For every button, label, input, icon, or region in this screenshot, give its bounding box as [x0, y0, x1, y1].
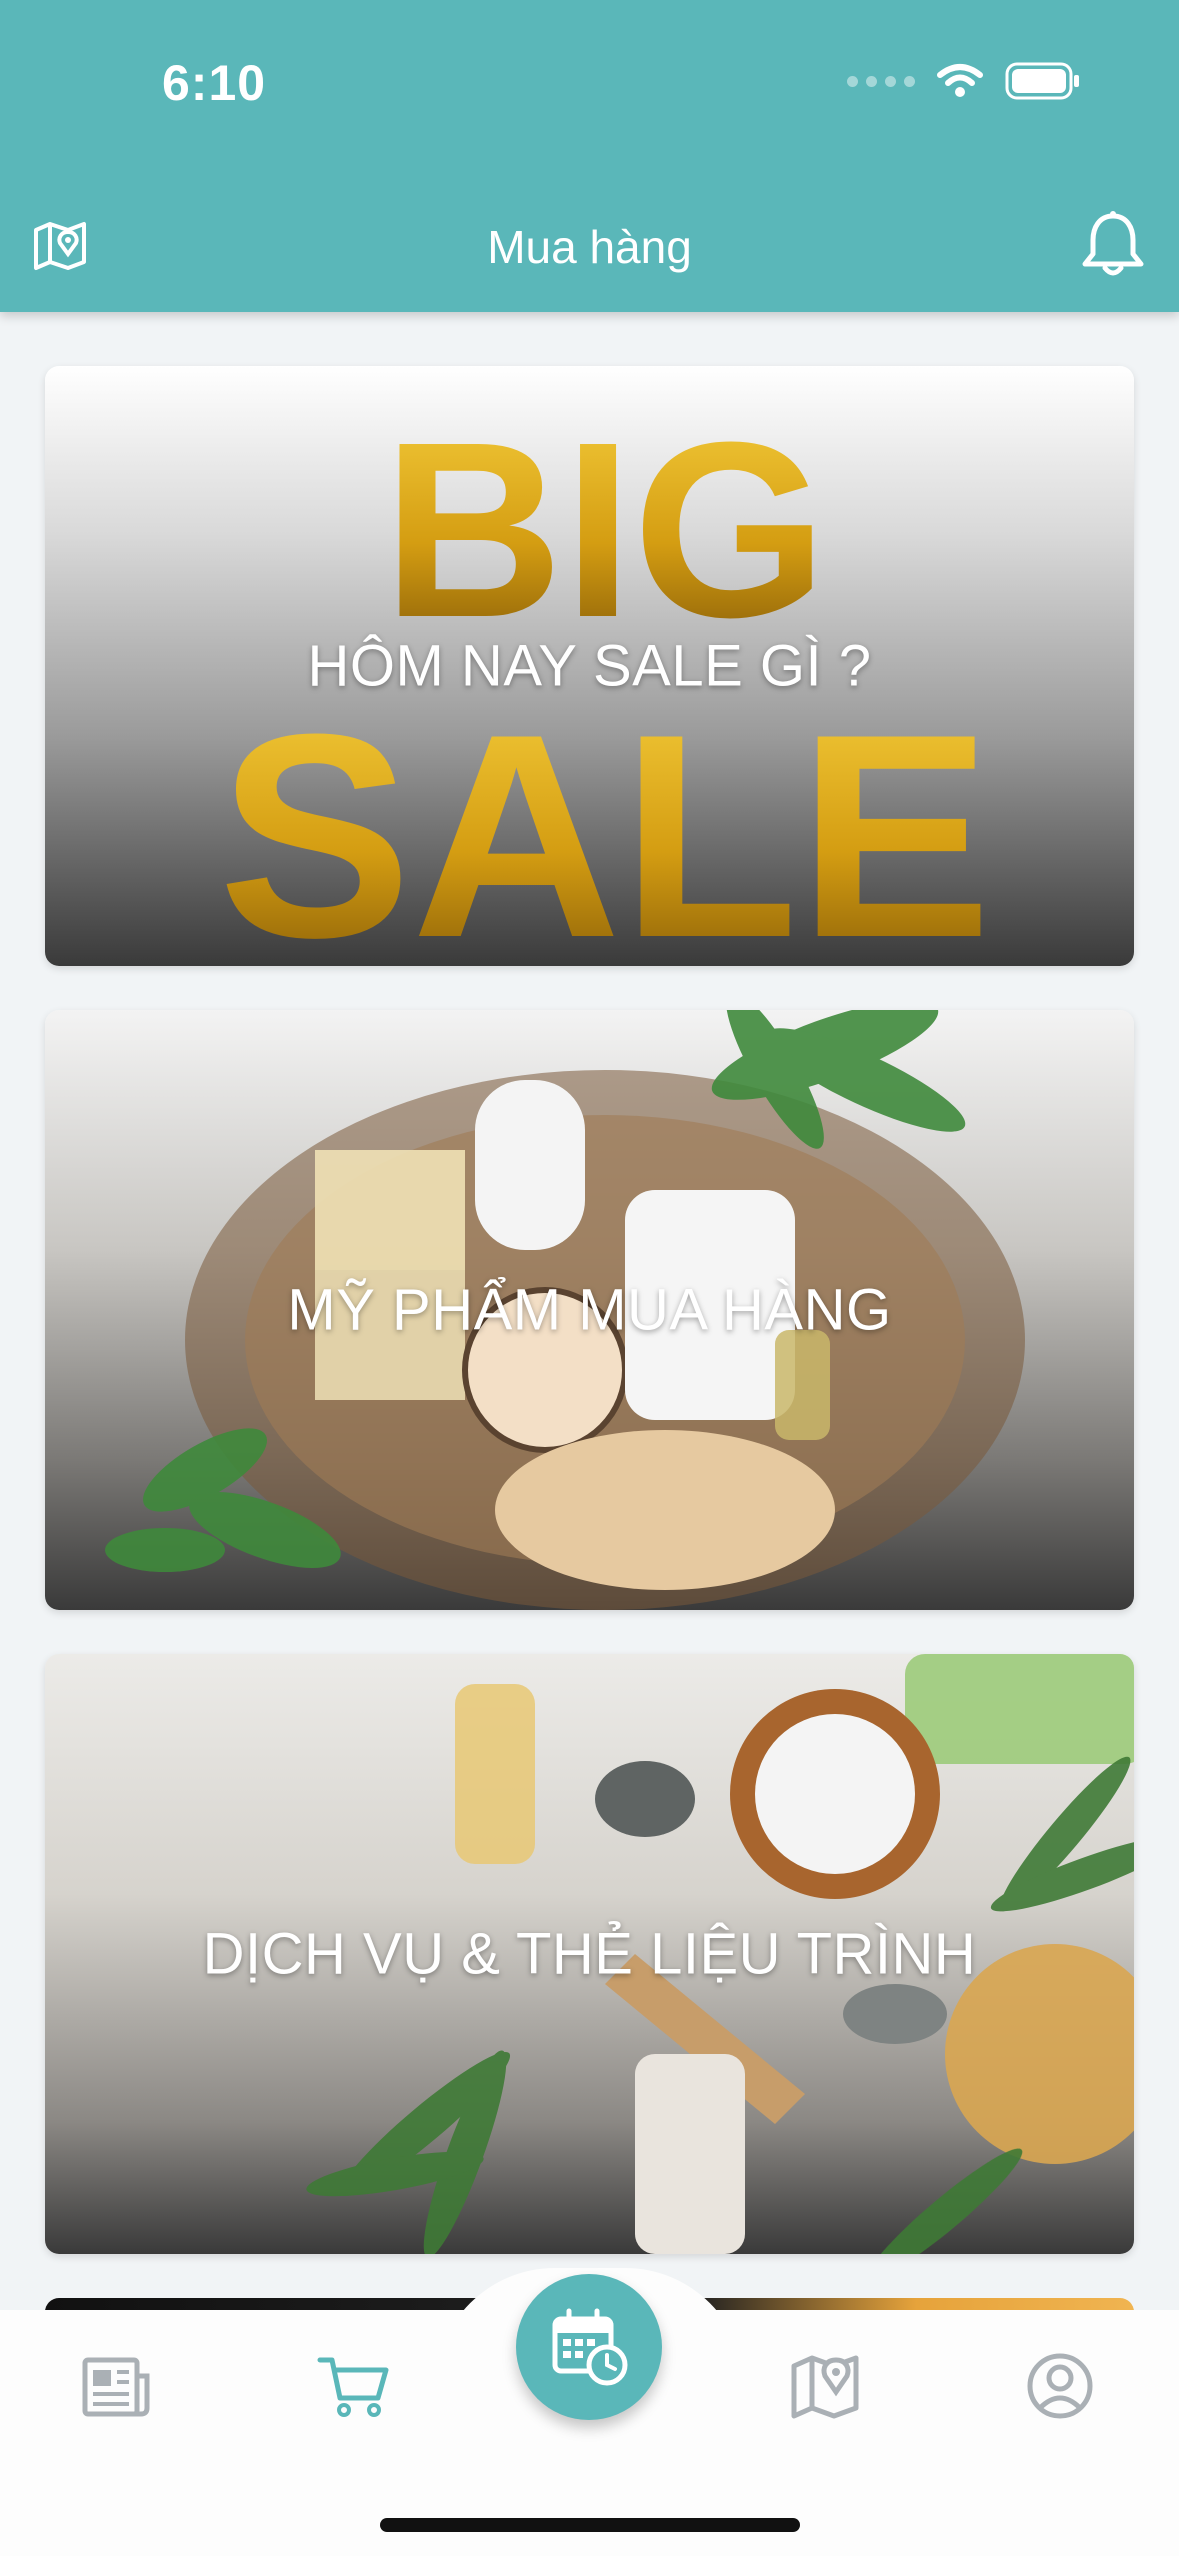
tab-map[interactable] — [786, 2346, 866, 2426]
banner-sale-label: HÔM NAY SALE GÌ ? — [307, 633, 872, 699]
banner-services-label: DỊCH VỤ & THẺ LIỆU TRÌNH — [202, 1921, 977, 1987]
banner-sale[interactable]: BIG SALE HÔM NAY SALE GÌ ? — [45, 366, 1134, 966]
svg-text:SALE: SALE — [218, 674, 991, 966]
category-list: BIG SALE HÔM NAY SALE GÌ ? MỸ PHẨM MUA H… — [45, 366, 1134, 2498]
bell-icon — [1082, 211, 1144, 276]
map-pin-icon — [791, 2355, 859, 2419]
calendar-clock-icon — [552, 2308, 628, 2386]
cart-icon — [317, 2357, 389, 2417]
newspaper-icon — [82, 2357, 150, 2417]
booking-button[interactable] — [516, 2274, 662, 2420]
home-indicator — [380, 2518, 800, 2532]
svg-text:BIG: BIG — [383, 390, 827, 669]
wifi-icon — [937, 64, 983, 97]
banner-services[interactable]: DỊCH VỤ & THẺ LIỆU TRÌNH — [45, 1654, 1134, 2254]
status-icons — [847, 62, 1081, 100]
signal-icon — [847, 75, 915, 87]
status-time: 6:10 — [162, 55, 267, 111]
profile-icon — [1027, 2353, 1093, 2419]
tab-news[interactable] — [77, 2346, 157, 2426]
page-title: Mua hàng — [487, 221, 692, 273]
notification-button[interactable] — [1079, 208, 1147, 280]
tab-profile[interactable] — [1020, 2346, 1100, 2426]
tab-cart[interactable] — [314, 2346, 394, 2426]
banner-cosmetics[interactable]: MỸ PHẨM MUA HÀNG — [45, 1010, 1134, 1610]
banner-cosmetics-label: MỸ PHẨM MUA HÀNG — [287, 1277, 892, 1343]
app-header: 6:10 Mua hàng — [0, 0, 1179, 312]
battery-icon — [1005, 62, 1079, 100]
